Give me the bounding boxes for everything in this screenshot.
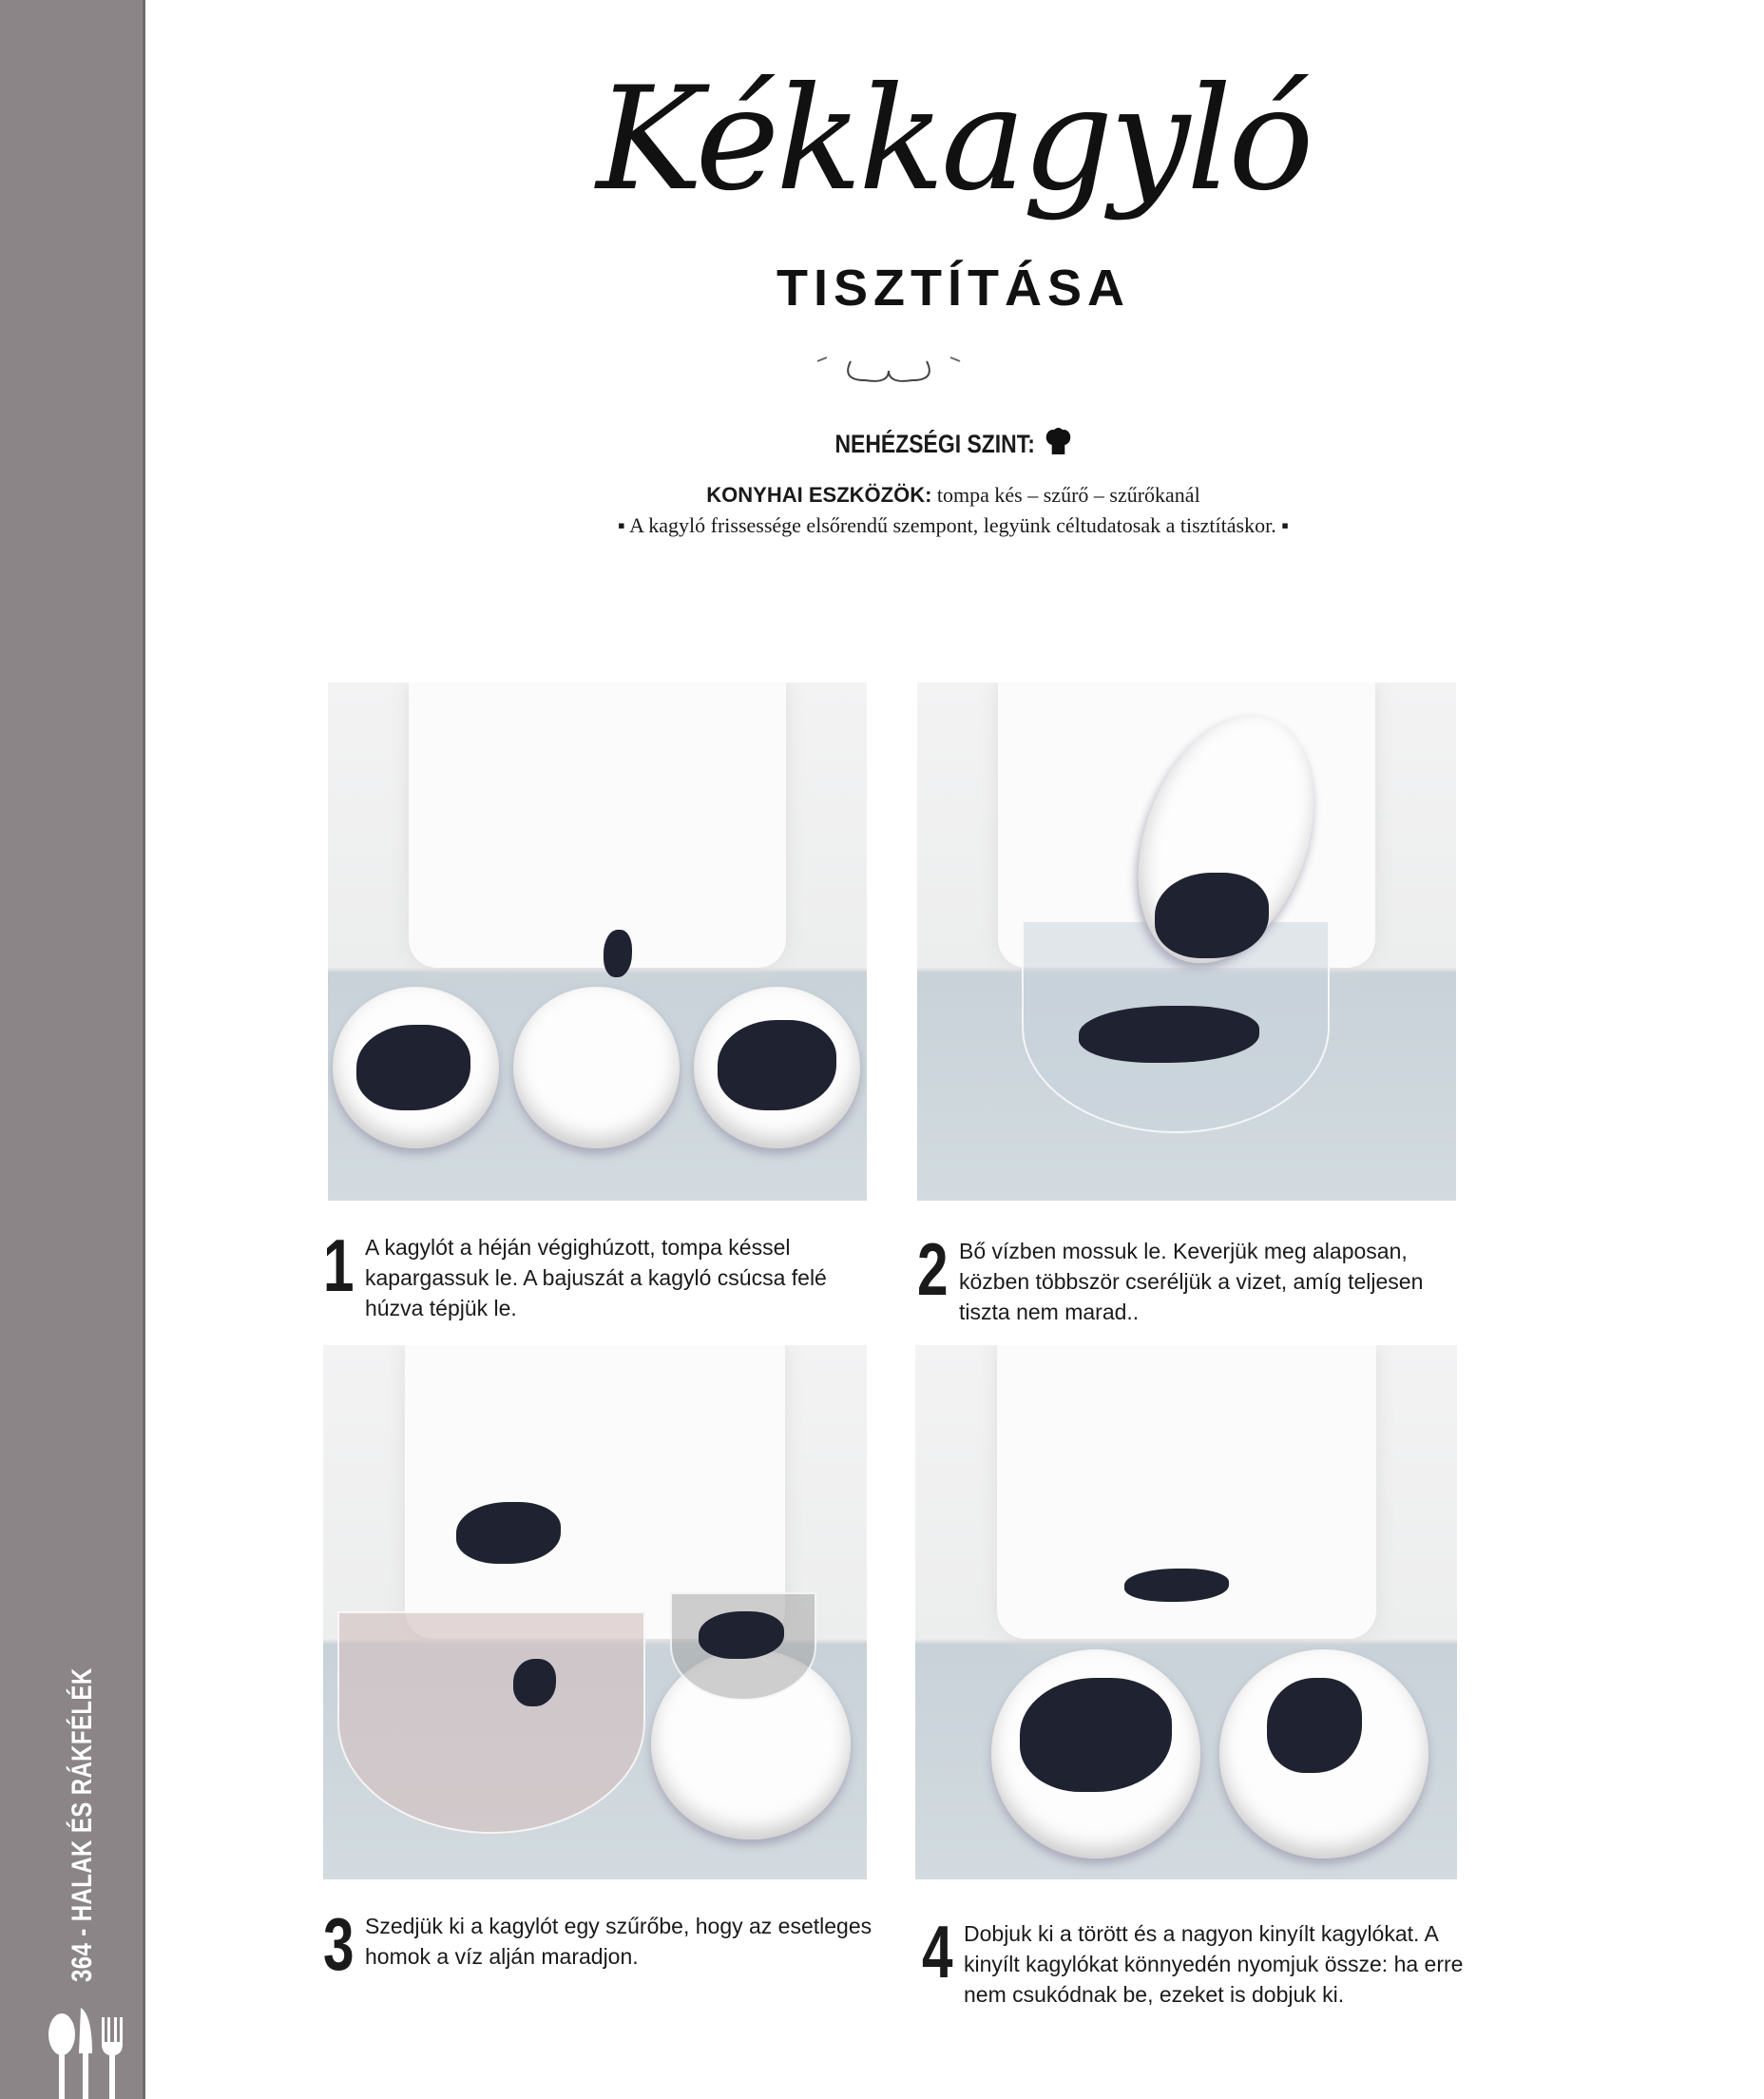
cutlery-icon <box>48 2008 123 2099</box>
step-text: A kagylót a héján végighúzott, tompa kés… <box>365 1235 827 1320</box>
step-text: Szedjük ki a kagylót egy szűrőbe, hogy a… <box>365 1914 872 1969</box>
page-subtitle: TISZTÍTÁSA <box>777 260 1130 317</box>
step-text: Bő vízben mossuk le. Keverjük meg alapos… <box>959 1239 1424 1324</box>
ornament-divider <box>816 356 961 382</box>
step-4: 4 Dobjuk ki a törött és a nagyon kinyílt… <box>922 1910 1478 2010</box>
step-number: 1 <box>323 1223 355 1307</box>
step-3: 3 Szedjük ki a kagylót egy szűrőbe, hogy… <box>323 1902 874 1986</box>
step-3-photo <box>323 1345 867 1879</box>
step-1: 1 A kagylót a héján végighúzott, tompa k… <box>323 1223 870 1323</box>
freshness-note: ▪ A kagyló frissessége elsőrendű szempon… <box>617 513 1289 537</box>
step-number: 2 <box>917 1227 949 1311</box>
step-number: 3 <box>323 1902 355 1986</box>
step-text: Dobjuk ki a törött és a nagyon kinyílt k… <box>964 1921 1464 2007</box>
step-1-photo <box>328 683 867 1201</box>
step-2-photo <box>917 683 1456 1201</box>
page-title: Kékkagyló <box>596 57 1313 222</box>
chapter-page-label: 364 - HALAK ÉS RÁKFÉLÉK <box>67 1667 98 1982</box>
difficulty-label: NEHÉZSÉGI SZINT: <box>834 430 1035 458</box>
tools-label: KONYHAI ESZKÖZÖK: <box>706 483 932 507</box>
chapter-sidebar: 364 - HALAK ÉS RÁKFÉLÉK <box>0 0 145 2099</box>
step-number: 4 <box>922 1910 953 1993</box>
chef-hat-icon <box>1045 428 1070 454</box>
step-4-photo <box>915 1345 1457 1879</box>
step-2: 2 Bő vízben mossuk le. Keverjük meg alap… <box>917 1227 1464 1327</box>
difficulty-level: NEHÉZSÉGI SZINT: <box>264 428 1642 459</box>
tools-value: tompa kés – szűrő – szűrőkanál <box>936 483 1200 507</box>
kitchen-tools: KONYHAI ESZKÖZÖK: tompa kés – szűrő – sz… <box>143 483 1764 508</box>
